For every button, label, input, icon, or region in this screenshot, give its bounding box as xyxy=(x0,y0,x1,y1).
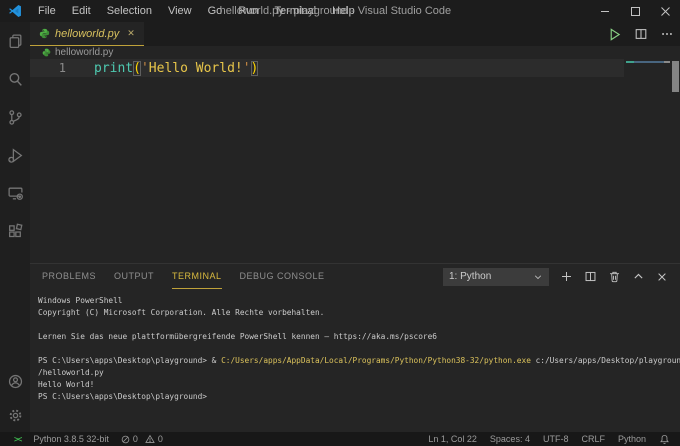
split-editor-icon[interactable] xyxy=(634,27,648,41)
chevron-down-icon xyxy=(533,272,543,282)
indentation-status[interactable]: Spaces: 4 xyxy=(490,434,530,444)
account-icon[interactable] xyxy=(0,364,30,398)
activity-bar-spacer xyxy=(0,250,30,364)
token-open-quote: ' xyxy=(141,61,149,76)
panel-header: PROBLEMS OUTPUT TERMINAL DEBUG CONSOLE 1… xyxy=(30,264,680,289)
python-interpreter-status[interactable]: Python 3.8.5 32-bit xyxy=(33,434,109,444)
minimap-code-line xyxy=(626,61,670,63)
cursor-position-status[interactable]: Ln 1, Col 22 xyxy=(428,434,477,444)
terminal-output[interactable]: Windows PowerShell Copyright (C) Microso… xyxy=(30,289,680,432)
tab-terminal[interactable]: TERMINAL xyxy=(172,264,222,289)
kill-terminal-trash-icon[interactable] xyxy=(608,270,621,283)
window-controls xyxy=(590,0,680,22)
terminal-line: Copyright (C) Microsoft Corporation. All… xyxy=(38,307,680,319)
warning-count: 0 xyxy=(158,434,163,444)
language-mode-status[interactable]: Python xyxy=(618,434,646,444)
source-control-icon[interactable] xyxy=(0,98,30,136)
run-and-debug-icon[interactable] xyxy=(0,136,30,174)
minimap[interactable] xyxy=(625,59,671,263)
python-file-icon xyxy=(42,48,51,57)
extensions-icon[interactable] xyxy=(0,212,30,250)
run-python-file-button[interactable] xyxy=(607,27,622,42)
window-title: helloworld.py - playground - Visual Stud… xyxy=(220,5,452,17)
problems-status[interactable]: 0 0 xyxy=(121,434,163,444)
terminal-line: Lernen Sie das neue plattformübergreifen… xyxy=(38,331,680,343)
terminal-script-arg: c:/Users/apps/Desktop/playground xyxy=(531,356,680,365)
token-string: Hello World! xyxy=(149,61,243,76)
maximize-panel-chevron-icon[interactable] xyxy=(632,270,645,283)
menu-edit[interactable]: Edit xyxy=(64,0,99,22)
terminal-selector-value: 1: Python xyxy=(449,271,491,282)
terminal-command-line: PS C:\Users\apps\Desktop\playground> & C… xyxy=(38,355,680,367)
title-bar: File Edit Selection View Go Run Terminal… xyxy=(0,0,680,22)
split-terminal-icon[interactable] xyxy=(584,270,597,283)
tab-debug-console[interactable]: DEBUG CONSOLE xyxy=(240,264,325,289)
editor-tab-bar: helloworld.py ✕ xyxy=(30,22,680,46)
new-terminal-icon[interactable] xyxy=(560,270,573,283)
terminal-selector-dropdown[interactable]: 1: Python xyxy=(443,268,549,286)
terminal-line: Windows PowerShell xyxy=(38,295,680,307)
settings-gear-icon[interactable] xyxy=(0,398,30,432)
code-editor[interactable]: 1 print('Hello World!') xyxy=(30,59,680,263)
tab-label: helloworld.py xyxy=(55,28,119,40)
search-icon[interactable] xyxy=(0,60,30,98)
maximize-button[interactable] xyxy=(620,0,650,22)
tab-helloworld[interactable]: helloworld.py ✕ xyxy=(30,22,144,46)
error-count: 0 xyxy=(133,434,138,444)
remote-explorer-icon[interactable] xyxy=(0,174,30,212)
breadcrumb[interactable]: helloworld.py xyxy=(30,46,680,59)
explorer-icon[interactable] xyxy=(0,22,30,60)
menu-selection[interactable]: Selection xyxy=(99,0,160,22)
status-bar: >< Python 3.8.5 32-bit 0 0 Ln 1, Col 22 … xyxy=(0,432,680,446)
python-file-icon xyxy=(39,28,50,39)
more-actions-icon[interactable] xyxy=(660,27,674,41)
terminal-blank-line xyxy=(38,319,680,331)
activity-bar xyxy=(0,22,30,432)
token-close-paren: ) xyxy=(251,61,259,76)
bottom-panel: PROBLEMS OUTPUT TERMINAL DEBUG CONSOLE 1… xyxy=(30,263,680,432)
close-button[interactable] xyxy=(650,0,680,22)
terminal-prompt: PS C:\Users\apps\Desktop\playground> xyxy=(38,391,680,403)
terminal-blank-line xyxy=(38,343,680,355)
notifications-bell-icon[interactable] xyxy=(659,434,670,445)
terminal-python-path: C:/Users/apps/AppData/Local/Programs/Pyt… xyxy=(221,356,531,365)
remote-indicator-icon[interactable]: >< xyxy=(14,435,21,444)
code-line-1: 1 print('Hello World!') xyxy=(30,59,624,77)
error-icon xyxy=(121,435,130,444)
breadcrumb-file-label: helloworld.py xyxy=(55,47,113,58)
terminal-wrapped-line: /helloworld.py xyxy=(38,367,680,379)
warning-icon xyxy=(145,434,155,444)
vscode-logo-icon xyxy=(8,4,22,18)
close-panel-icon[interactable] xyxy=(656,271,668,283)
terminal-program-output: Hello World! xyxy=(38,379,680,391)
menu-file[interactable]: File xyxy=(30,0,64,22)
eol-status[interactable]: CRLF xyxy=(581,434,605,444)
encoding-status[interactable]: UTF-8 xyxy=(543,434,569,444)
terminal-prompt-text: PS C:\Users\apps\Desktop\playground> & xyxy=(38,356,221,365)
minimize-button[interactable] xyxy=(590,0,620,22)
menu-view[interactable]: View xyxy=(160,0,200,22)
token-open-paren: ( xyxy=(133,61,141,76)
token-close-quote: ' xyxy=(243,61,251,76)
tab-problems[interactable]: PROBLEMS xyxy=(42,264,96,289)
line-number: 1 xyxy=(30,61,66,75)
code-text: print('Hello World!') xyxy=(94,61,258,76)
token-function: print xyxy=(94,61,133,76)
tab-close-icon[interactable]: ✕ xyxy=(127,28,135,39)
tab-output[interactable]: OUTPUT xyxy=(114,264,154,289)
editor-scrollbar[interactable] xyxy=(672,61,679,92)
